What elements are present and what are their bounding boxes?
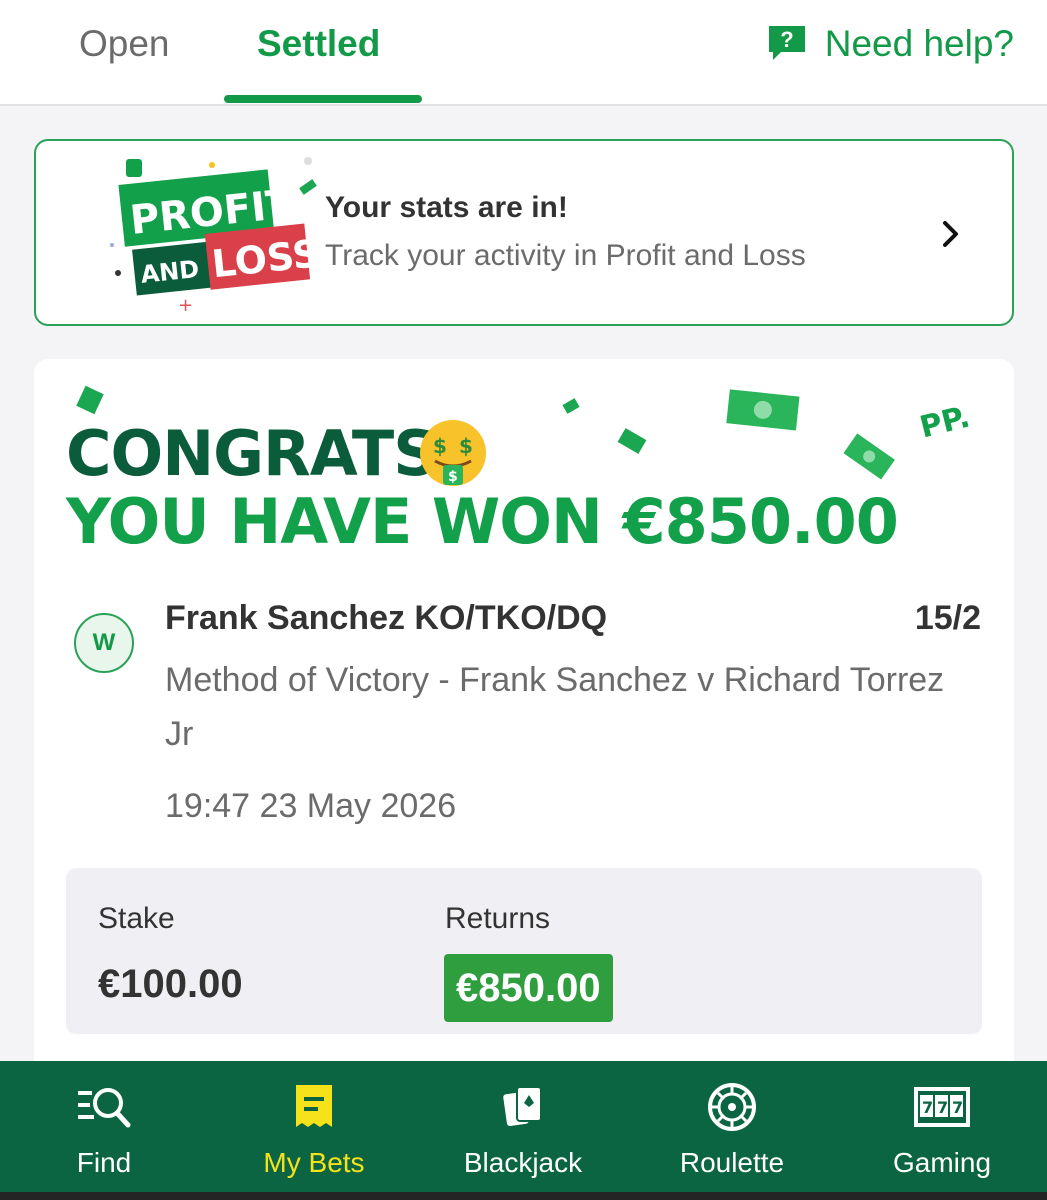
tab-settled[interactable]: Settled — [257, 22, 380, 66]
nav-blackjack-label: Blackjack — [463, 1147, 583, 1178]
page: Open Settled ? Need help? + PROFIT AND L… — [0, 0, 1047, 1200]
profit-loss-banner[interactable]: + PROFIT AND LOSS Your stats are in! Tra… — [34, 139, 1014, 326]
winnings-headline: YOU HAVE WON €850.00 — [66, 485, 899, 558]
profit-and-loss-logo: + PROFIT AND LOSS — [110, 157, 322, 315]
active-tab-indicator — [224, 95, 422, 103]
promo-title: Your stats are in! — [325, 191, 568, 224]
bet-selection: Frank Sanchez KO/TKO/DQ — [165, 599, 608, 637]
roulette-wheel-icon — [708, 1083, 756, 1131]
nav-roulette[interactable]: Roulette — [632, 1061, 832, 1200]
svg-text:7: 7 — [937, 1098, 948, 1117]
slot-machine-icon: 7 7 7 — [914, 1087, 970, 1127]
result-badge: W — [74, 613, 134, 673]
search-list-icon — [78, 1088, 131, 1128]
question-chat-icon: ? — [768, 26, 805, 60]
svg-text:7: 7 — [922, 1098, 933, 1117]
nav-find-label: Find — [76, 1147, 132, 1178]
promo-subtitle: Track your activity in Profit and Loss — [325, 239, 806, 272]
svg-text:+: + — [178, 295, 193, 315]
nav-gaming[interactable]: 7 7 7 Gaming — [842, 1061, 1042, 1200]
svg-text:$: $ — [448, 469, 458, 485]
bet-timestamp: 19:47 23 May 2026 — [165, 787, 457, 825]
nav-find[interactable]: Find — [4, 1061, 204, 1200]
nav-roulette-label: Roulette — [679, 1147, 785, 1178]
money-mouth-face-icon: $ $ $ — [420, 420, 486, 486]
settled-bet-card[interactable]: CONGRATS! $ $ $ YOU HAVE WON €850.00 PP.… — [34, 359, 1014, 1119]
returns-value: €850.00 — [444, 954, 613, 1022]
bottom-navigation: Find My Bets Blackjack Roulette 7 7 7 Ga… — [0, 1061, 1047, 1200]
nav-my-bets[interactable]: My Bets — [214, 1061, 414, 1200]
svg-text:7: 7 — [952, 1098, 963, 1117]
svg-text:$: $ — [433, 434, 447, 458]
system-bar — [0, 1192, 1047, 1200]
bet-market: Method of Victory - Frank Sanchez v Rich… — [165, 661, 945, 753]
svg-text:$: $ — [459, 434, 473, 458]
svg-text:?: ? — [780, 27, 793, 52]
need-help-link[interactable]: ? Need help? — [765, 22, 1014, 66]
need-help-label: Need help? — [824, 23, 1014, 64]
returns-label: Returns — [445, 902, 551, 935]
stake-value: €100.00 — [98, 962, 243, 1006]
stake-returns-summary: Stake €100.00 Returns €850.00 — [66, 868, 982, 1034]
nav-blackjack[interactable]: Blackjack — [423, 1061, 623, 1200]
tab-open[interactable]: Open — [79, 22, 170, 66]
bet-odds: 15/2 — [914, 599, 981, 637]
nav-gaming-label: Gaming — [892, 1147, 992, 1178]
nav-my-bets-label: My Bets — [263, 1147, 365, 1178]
stake-label: Stake — [98, 902, 175, 935]
congrats-heading: CONGRATS! — [66, 417, 465, 490]
bets-header: Open Settled ? Need help? — [0, 0, 1047, 106]
bet-slip-icon — [296, 1085, 332, 1127]
cards-icon — [503, 1086, 542, 1126]
chevron-right-icon[interactable] — [940, 219, 962, 249]
